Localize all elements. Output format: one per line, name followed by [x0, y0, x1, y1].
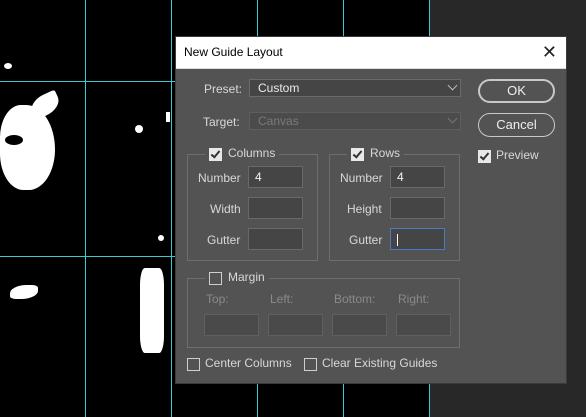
- guide-vertical: [171, 0, 172, 417]
- ok-button[interactable]: OK: [478, 79, 555, 103]
- artwork-shape: [5, 135, 23, 145]
- margin-checkbox[interactable]: [205, 268, 226, 289]
- guide-vertical: [85, 0, 86, 417]
- margin-bottom-field: [332, 314, 387, 336]
- margin-right-label: Right:: [398, 292, 430, 306]
- chevron-down-icon: [447, 80, 458, 91]
- artwork-shape: [158, 235, 164, 241]
- clear-guides-label[interactable]: Clear Existing Guides: [322, 356, 437, 370]
- columns-number-label: Number: [198, 171, 241, 185]
- artwork-shape: [0, 105, 55, 190]
- rows-label[interactable]: Rows: [366, 146, 405, 160]
- columns-gutter-field[interactable]: [248, 228, 303, 250]
- target-select: Canvas: [249, 112, 461, 130]
- columns-gutter-label: Gutter: [207, 233, 241, 247]
- artwork-shape: [140, 268, 164, 353]
- preview-label[interactable]: Preview: [496, 148, 539, 162]
- cancel-button[interactable]: Cancel: [478, 113, 555, 137]
- artwork-shape: [135, 125, 143, 133]
- rows-gutter-field[interactable]: [390, 228, 445, 250]
- artwork-shape: [4, 63, 12, 69]
- columns-label[interactable]: Columns: [224, 146, 280, 160]
- columns-checkbox[interactable]: [205, 144, 226, 165]
- preset-select[interactable]: Custom: [249, 79, 461, 97]
- margin-label[interactable]: Margin: [224, 270, 269, 284]
- clear-guides-checkbox[interactable]: [304, 358, 317, 371]
- margin-left-field: [268, 314, 323, 336]
- margin-bottom-label: Bottom:: [334, 292, 376, 306]
- artwork-shape: [166, 112, 170, 122]
- artwork-shape: [27, 89, 63, 121]
- rows-height-label: Height: [347, 202, 382, 216]
- rows-checkbox[interactable]: [347, 144, 368, 165]
- margin-right-field: [396, 314, 451, 336]
- center-columns-checkbox[interactable]: [187, 358, 200, 371]
- rows-number-field[interactable]: 4: [390, 166, 445, 188]
- columns-width-field[interactable]: [248, 197, 303, 219]
- dialog-titlebar[interactable]: New Guide Layout ✕: [176, 37, 566, 69]
- preset-value: Custom: [258, 81, 300, 95]
- margin-left-label: Left:: [270, 292, 294, 306]
- new-guide-layout-dialog: New Guide Layout ✕ Preset: Custom Target…: [176, 37, 566, 383]
- dialog-title: New Guide Layout: [184, 45, 283, 59]
- target-label: Target:: [203, 115, 240, 129]
- rows-number-label: Number: [340, 171, 383, 185]
- preset-label: Preset:: [204, 82, 243, 96]
- margin-top-label: Top:: [206, 292, 229, 306]
- chevron-down-icon: [447, 113, 458, 124]
- artwork-shape: [10, 285, 38, 299]
- rows-gutter-label: Gutter: [349, 233, 383, 247]
- rows-height-field[interactable]: [390, 197, 445, 219]
- columns-number-field[interactable]: 4: [248, 166, 303, 188]
- close-icon[interactable]: ✕: [542, 42, 557, 62]
- margin-group: [187, 278, 460, 348]
- dialog-body: Preset: Custom Target: Canvas OK Cancel …: [176, 68, 566, 383]
- preview-checkbox[interactable]: [478, 150, 491, 163]
- margin-top-field: [204, 314, 259, 336]
- target-value: Canvas: [258, 114, 299, 128]
- center-columns-label[interactable]: Center Columns: [205, 356, 292, 370]
- text-caret: [397, 233, 398, 246]
- columns-width-label: Width: [210, 202, 241, 216]
